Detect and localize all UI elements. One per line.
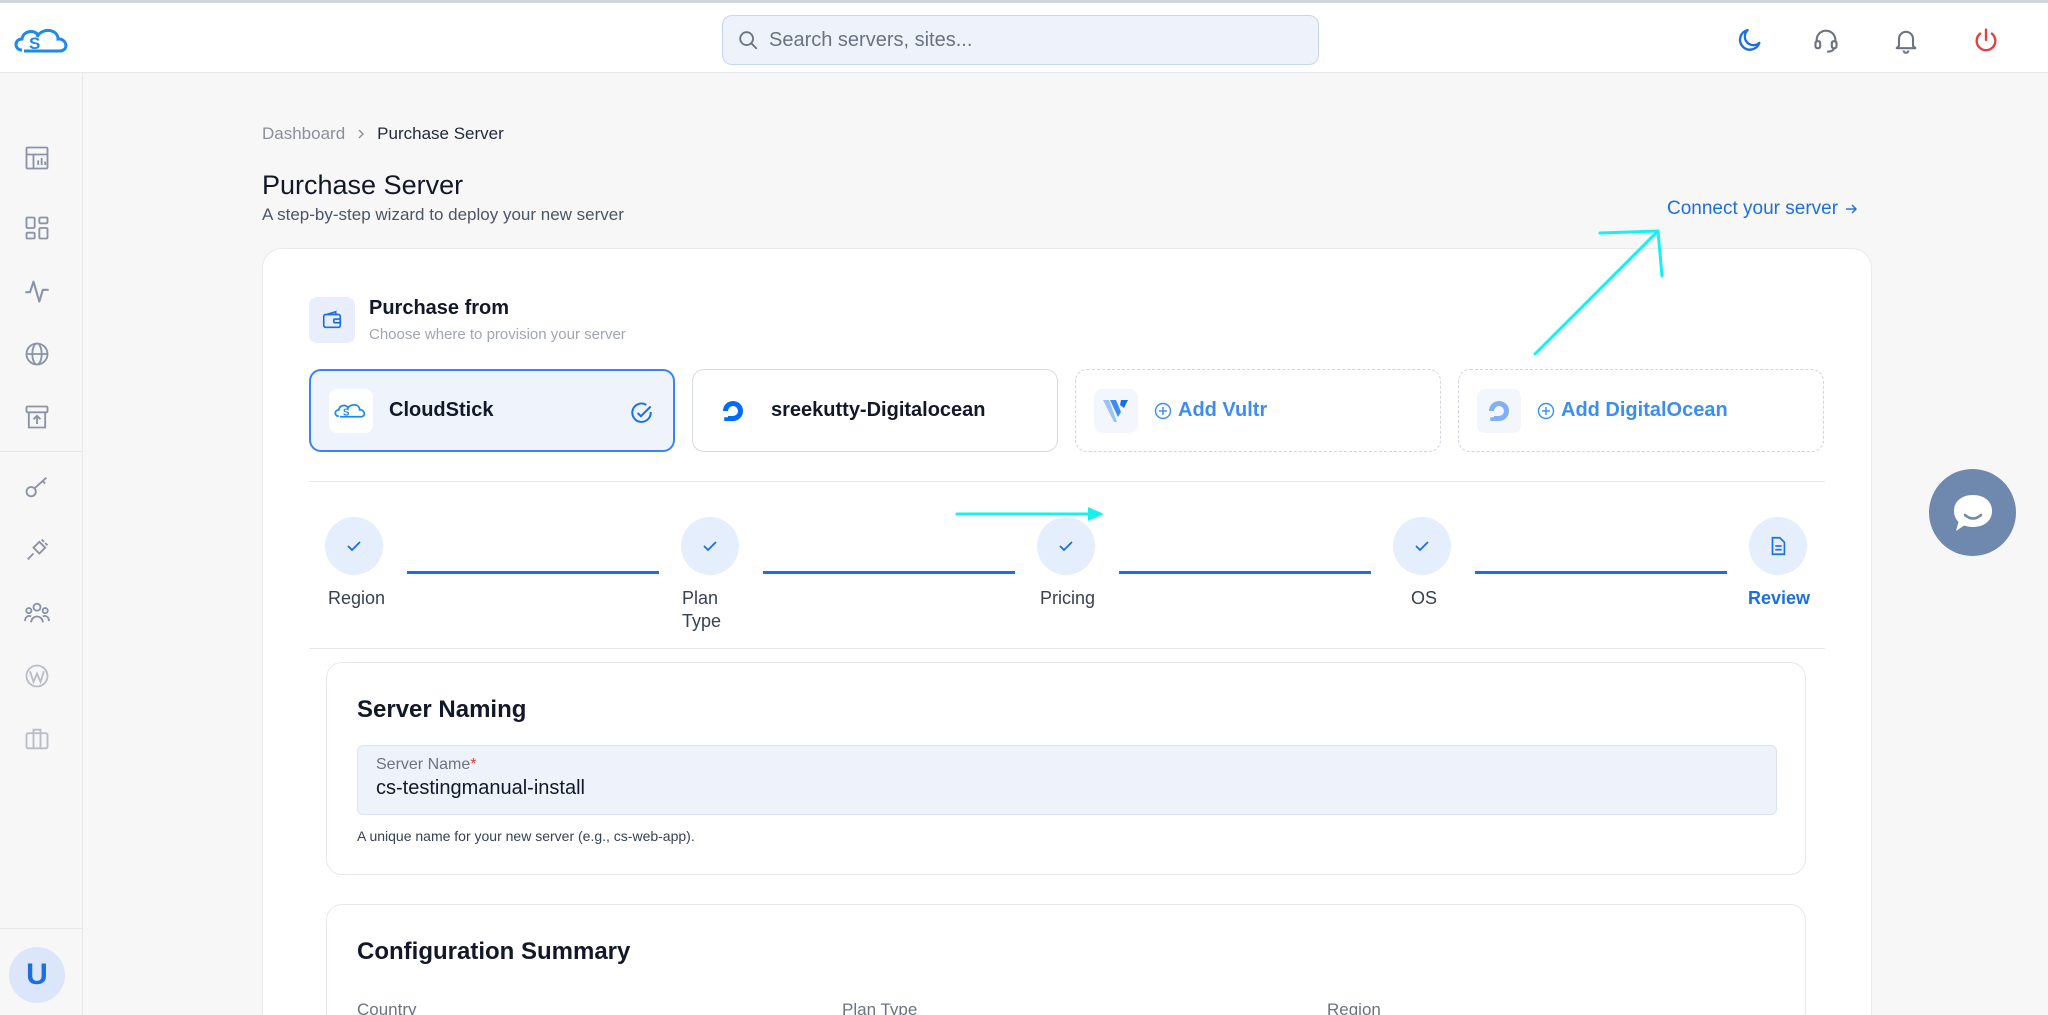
headset-icon[interactable] <box>1811 25 1841 55</box>
page-subtitle: A step-by-step wizard to deploy your new… <box>262 205 624 224</box>
purchase-from-subtitle: Choose where to provision your server <box>369 326 626 343</box>
summary-region-label: Region <box>1327 1000 1381 1015</box>
divider <box>309 648 1825 649</box>
step-label-os: OS <box>1411 588 1438 608</box>
plug-icon[interactable] <box>22 535 52 565</box>
moon-icon[interactable] <box>1735 25 1765 55</box>
search-icon <box>739 31 758 50</box>
page-title: Purchase Server <box>262 170 464 200</box>
step-connector <box>1475 571 1727 574</box>
chevron-right-icon <box>358 129 365 139</box>
grid-icon[interactable] <box>22 213 52 243</box>
bell-icon[interactable] <box>1891 25 1921 55</box>
digitalocean-icon <box>711 389 755 433</box>
step-connector <box>763 571 1015 574</box>
provider-sreekutty-digitalocean[interactable]: sreekutty-Digitalocean <box>692 369 1058 452</box>
users-icon[interactable] <box>22 598 52 628</box>
check-icon <box>1415 541 1429 552</box>
server-name-help: A unique name for your new server (e.g.,… <box>357 828 695 844</box>
add-digitalocean-label: Add DigitalOcean <box>1561 399 1728 421</box>
step-plan-type[interactable] <box>681 517 739 575</box>
server-name-label: Server Name* <box>376 756 477 773</box>
wordpress-icon[interactable] <box>22 661 52 691</box>
check-icon <box>347 541 361 552</box>
sidebar-divider <box>0 928 83 929</box>
provider-add-vultr[interactable]: Add Vultr <box>1075 369 1441 452</box>
cloudstick-logo[interactable]: S <box>12 23 74 59</box>
add-vultr-label: Add Vultr <box>1178 399 1268 421</box>
chat-bubble-icon <box>1953 494 1992 531</box>
configuration-summary-title: Configuration Summary <box>357 938 631 965</box>
step-connector <box>407 571 659 574</box>
check-circle-icon <box>631 402 652 423</box>
step-label-region: Region <box>328 588 386 608</box>
digitalocean-icon <box>1477 388 1521 433</box>
server-name-field[interactable]: Server Name* cs-testingmanual-install <box>357 745 1777 815</box>
step-connector <box>1119 571 1371 574</box>
step-os[interactable] <box>1393 517 1451 575</box>
sidebar: U <box>0 73 83 1015</box>
step-label-plan-type: Plan Type <box>682 588 722 631</box>
check-icon <box>703 541 717 552</box>
vultr-icon <box>1094 388 1138 433</box>
search-bar[interactable] <box>722 15 1319 65</box>
breadcrumb: Dashboard Purchase Server <box>262 124 504 144</box>
provider-label: sreekutty-Digitalocean <box>771 399 986 421</box>
chat-button[interactable] <box>1929 469 2016 556</box>
document-icon <box>1771 536 1786 556</box>
breadcrumb-current: Purchase Server <box>377 124 504 143</box>
connect-server-link[interactable]: Connect your server <box>1667 198 1858 220</box>
archive-upload-icon[interactable] <box>22 402 52 432</box>
summary-plan-type-label: Plan Type <box>842 1000 918 1015</box>
wallet-icon <box>309 297 355 343</box>
globe-icon[interactable] <box>22 339 52 369</box>
plus-circle-icon <box>1537 402 1555 419</box>
provider-label: CloudStick <box>389 399 494 421</box>
summary-country-label: Country <box>357 1000 417 1015</box>
briefcase-icon[interactable] <box>22 724 52 754</box>
wizard-card <box>262 248 1872 1015</box>
add-vultr-button[interactable]: Add Vultr <box>1154 399 1267 422</box>
dashboard-chart-icon[interactable] <box>22 143 52 173</box>
svg-text:S: S <box>29 34 40 53</box>
top-bar: S <box>0 0 2048 73</box>
step-pricing[interactable] <box>1037 517 1095 575</box>
arrow-right-icon <box>1846 204 1858 214</box>
add-digitalocean-button[interactable]: Add DigitalOcean <box>1537 399 1728 422</box>
provider-add-digitalocean[interactable]: Add DigitalOcean <box>1458 369 1824 452</box>
activity-icon[interactable] <box>22 276 52 306</box>
check-icon <box>1059 541 1073 552</box>
svg-text:S: S <box>343 407 350 418</box>
server-naming-section: Server Naming Server Name* cs-testingman… <box>326 662 1806 875</box>
server-naming-title: Server Naming <box>357 696 527 723</box>
required-marker: * <box>470 756 477 773</box>
power-icon[interactable] <box>1971 25 2001 55</box>
server-name-input[interactable]: cs-testingmanual-install <box>376 777 585 800</box>
plus-circle-icon <box>1154 402 1172 419</box>
user-avatar[interactable]: U <box>9 947 65 1003</box>
sidebar-divider <box>0 451 83 452</box>
provider-cloudstick[interactable]: S CloudStick <box>309 369 675 452</box>
divider <box>309 481 1825 482</box>
breadcrumb-dashboard[interactable]: Dashboard <box>262 124 345 144</box>
purchase-from-title: Purchase from <box>369 297 510 319</box>
step-label-review: Review <box>1748 588 1811 608</box>
step-review[interactable] <box>1749 517 1807 575</box>
configuration-summary-section: Configuration Summary Country Plan Type … <box>326 904 1806 1015</box>
key-icon[interactable] <box>22 472 52 502</box>
cloudstick-logo: S <box>329 388 373 433</box>
search-input[interactable] <box>769 28 1289 52</box>
step-label-pricing: Pricing <box>1040 588 1096 608</box>
step-region[interactable] <box>325 517 383 575</box>
connect-server-label: Connect your server <box>1667 198 1839 219</box>
